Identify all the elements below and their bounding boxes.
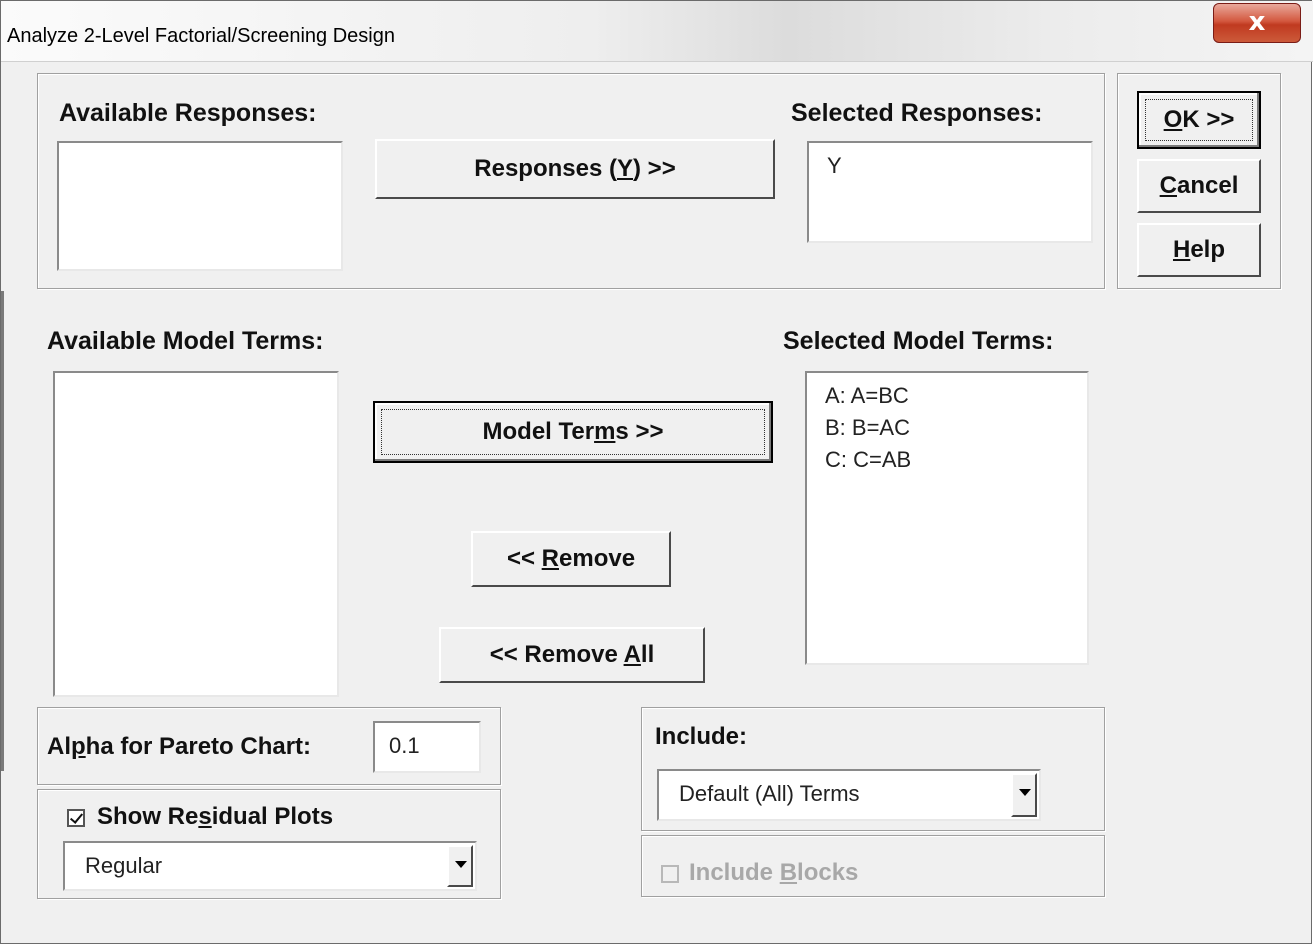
available-model-terms-list[interactable] bbox=[53, 371, 339, 697]
residual-plot-type-value: Regular bbox=[85, 853, 163, 878]
selected-model-terms-list[interactable]: A: A=BC B: B=AC C: C=AB bbox=[805, 371, 1089, 665]
window-title: Analyze 2-Level Factorial/Screening Desi… bbox=[7, 25, 395, 47]
remove-button[interactable]: << Remove bbox=[471, 531, 671, 587]
show-residual-plots-checkbox[interactable] bbox=[67, 809, 85, 827]
remove-label: << Remove bbox=[506, 545, 636, 572]
window-left-edge bbox=[1, 291, 4, 771]
selected-responses-label: Selected Responses: bbox=[791, 99, 1043, 127]
add-responses-button[interactable]: Responses (Y) >> bbox=[375, 139, 775, 199]
include-terms-value: Default (All) Terms bbox=[679, 781, 860, 806]
selected-model-terms-label: Selected Model Terms: bbox=[783, 327, 1054, 355]
list-item[interactable]: A: A=BC bbox=[825, 383, 909, 409]
include-label: Include: bbox=[655, 723, 748, 750]
ok-button[interactable]: OK >> bbox=[1137, 91, 1261, 149]
chevron-down-icon[interactable] bbox=[447, 845, 473, 887]
alpha-input[interactable]: 0.1 bbox=[373, 721, 481, 773]
focus-rect bbox=[381, 409, 765, 455]
chevron-down-icon[interactable] bbox=[1011, 773, 1037, 817]
alpha-label: Alpha for Pareto Chart: bbox=[47, 733, 312, 760]
list-item[interactable]: B: B=AC bbox=[825, 415, 910, 441]
title-bar[interactable]: Analyze 2-Level Factorial/Screening Desi… bbox=[1, 1, 1313, 62]
close-icon: x bbox=[1248, 7, 1266, 37]
list-item[interactable]: C: C=AB bbox=[825, 447, 911, 473]
selected-responses-list[interactable]: Y bbox=[807, 141, 1093, 243]
residual-plot-type-select[interactable]: Regular bbox=[63, 841, 477, 891]
focus-rect bbox=[1145, 99, 1253, 141]
cancel-label: Cancel bbox=[1159, 172, 1239, 199]
help-button[interactable]: Help bbox=[1137, 223, 1261, 277]
include-blocks-label: Include Blocks bbox=[689, 859, 859, 886]
include-terms-select[interactable]: Default (All) Terms bbox=[657, 769, 1041, 821]
available-responses-list[interactable] bbox=[57, 141, 343, 271]
include-blocks-checkbox[interactable] bbox=[661, 865, 679, 883]
available-model-terms-label: Available Model Terms: bbox=[47, 327, 324, 355]
help-label: Help bbox=[1172, 236, 1226, 263]
remove-all-label: << Remove All bbox=[489, 641, 655, 668]
add-responses-label: Responses (Y) >> bbox=[474, 155, 676, 182]
add-model-terms-button[interactable]: Model Terms >> bbox=[373, 401, 773, 463]
show-residual-plots-label: Show Residual Plots bbox=[97, 803, 334, 830]
available-responses-label: Available Responses: bbox=[59, 99, 317, 127]
close-button[interactable]: x bbox=[1213, 3, 1301, 43]
remove-all-button[interactable]: << Remove All bbox=[439, 627, 705, 683]
dialog-window: Analyze 2-Level Factorial/Screening Desi… bbox=[0, 0, 1313, 944]
list-item[interactable]: Y bbox=[827, 153, 842, 179]
cancel-button[interactable]: Cancel bbox=[1137, 159, 1261, 213]
